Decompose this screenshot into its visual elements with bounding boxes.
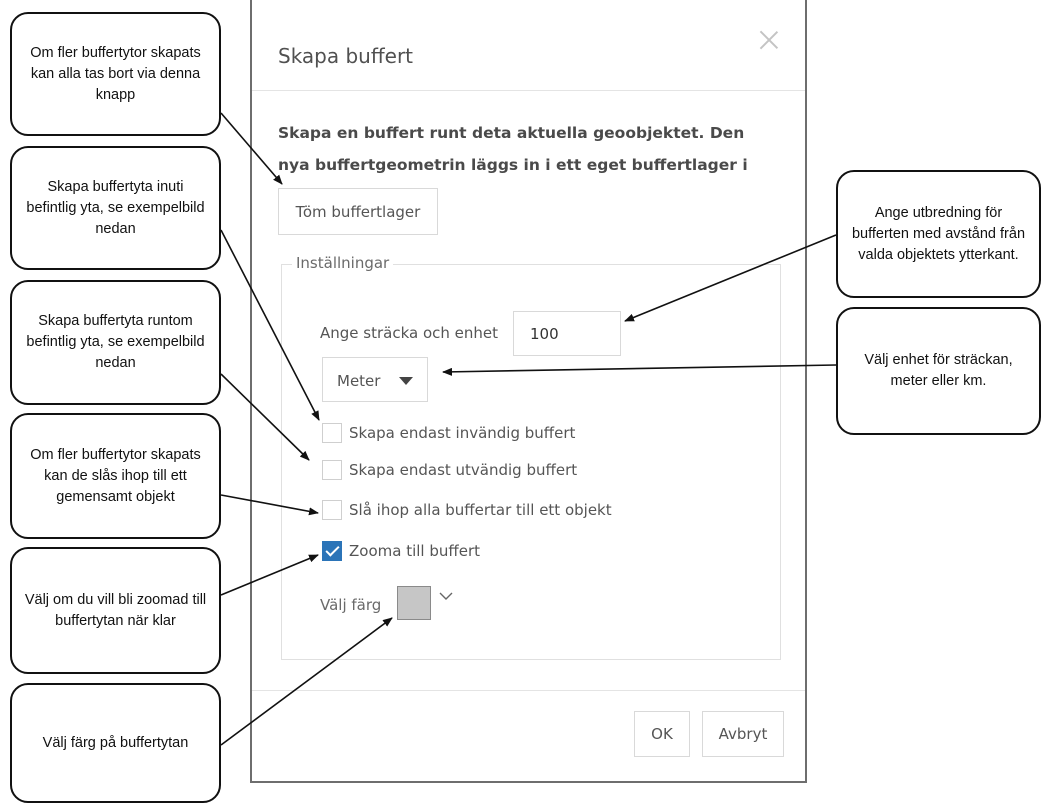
buffer-dialog: Skapa buffert Skapa en buffert runt deta… <box>250 0 807 783</box>
cancel-button[interactable]: Avbryt <box>702 711 784 757</box>
unit-select[interactable]: Meter <box>322 357 428 402</box>
callout-clear-layer: Om fler buffertytor skapats kan alla tas… <box>10 12 221 136</box>
inside-buffer-checkbox[interactable]: Skapa endast invändig buffert <box>322 422 575 444</box>
callout-distance: Ange utbredning för bufferten med avstån… <box>836 170 1041 298</box>
color-label: Välj färg <box>320 596 382 614</box>
caret-down-icon <box>399 377 413 385</box>
callout-merge-buffers: Om fler buffertytor skapats kan de slås … <box>10 413 221 539</box>
callout-outside-buffer: Skapa buffertyta runtom befintlig yta, s… <box>10 280 221 405</box>
dialog-footer <box>252 690 805 691</box>
distance-label: Ange sträcka och enhet <box>320 324 499 342</box>
callout-zoom: Välj om du vill bli zoomad till bufferty… <box>10 547 221 674</box>
outside-buffer-checkbox[interactable]: Skapa endast utvändig buffert <box>322 459 577 481</box>
dialog-header: Skapa buffert <box>252 0 805 91</box>
checkbox-label: Skapa endast invändig buffert <box>349 424 576 442</box>
zoom-to-buffer-checkbox[interactable]: Zooma till buffert <box>322 540 480 562</box>
color-swatch[interactable] <box>397 586 431 620</box>
unit-select-value: Meter <box>337 372 381 390</box>
settings-legend: Inställningar <box>292 254 394 272</box>
ok-button[interactable]: OK <box>634 711 690 757</box>
checkbox-label: Zooma till buffert <box>349 542 480 560</box>
callout-color: Välj färg på buffertytan <box>10 683 221 803</box>
chevron-down-icon[interactable] <box>438 590 454 602</box>
checkbox-box[interactable] <box>322 460 342 480</box>
checkbox-box-checked[interactable] <box>322 541 342 561</box>
merge-buffers-checkbox[interactable]: Slå ihop alla buffertar till ett objekt <box>322 499 612 521</box>
checkbox-label: Slå ihop alla buffertar till ett objekt <box>349 501 612 519</box>
clear-buffer-layer-button[interactable]: Töm buffertlager <box>278 188 438 235</box>
close-icon[interactable] <box>757 28 781 52</box>
distance-input[interactable] <box>513 311 621 356</box>
checkbox-box[interactable] <box>322 423 342 443</box>
callout-unit: Välj enhet för sträckan, meter eller km. <box>836 307 1041 435</box>
dialog-title: Skapa buffert <box>278 44 414 68</box>
checkbox-label: Skapa endast utvändig buffert <box>349 461 578 479</box>
callout-inside-buffer: Skapa buffertyta inuti befintlig yta, se… <box>10 146 221 270</box>
checkbox-box[interactable] <box>322 500 342 520</box>
